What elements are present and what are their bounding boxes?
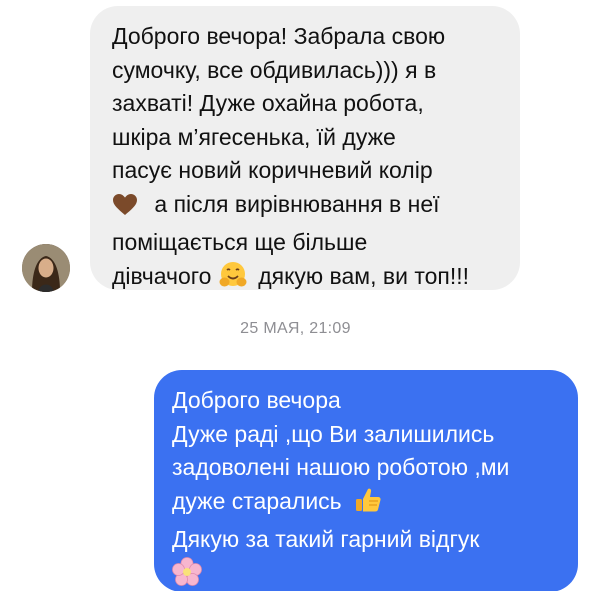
sender-avatar[interactable] [22, 244, 70, 292]
message-text: дуже старались [172, 487, 342, 514]
message-line: Доброго вечора! Забрала свою [112, 23, 446, 49]
message-line-with-emoji [172, 556, 562, 591]
message-text: дівчачого [112, 262, 212, 289]
message-line: пасує новий коричневий колір [112, 157, 433, 183]
hugging-face-icon [218, 261, 248, 299]
message-timestamp: 25 МАЯ, 21:09 [240, 320, 351, 337]
message-line: поміщається ще більше [112, 229, 368, 255]
message-text: дякую вам, ви топ!!! [258, 262, 470, 289]
incoming-message-bubble[interactable]: Доброго вечора! Забрала свою сумочку, вс… [90, 6, 520, 290]
incoming-message-row: Доброго вечора! Забрала свою сумочку, вс… [0, 0, 591, 300]
message-line: Доброго вечора [172, 387, 341, 413]
outgoing-message-bubble[interactable]: Доброго вечора Дуже раді ,що Ви залишили… [154, 370, 578, 591]
message-line-with-emoji: а після вирівнювання в неї [112, 188, 500, 227]
thumbs-up-icon [354, 486, 382, 524]
message-line: Дуже раді ,що Ви залишились [172, 420, 495, 447]
message-line: Дякую за такий гарний відгук [172, 526, 480, 552]
message-line: захваті! Дуже охайна робота, [112, 90, 424, 116]
cherry-blossom-icon [172, 556, 202, 591]
message-text: а після вирівнювання в неї [154, 190, 440, 217]
message-line: задоволені нашою роботою ,ми [172, 454, 510, 480]
avatar-photo-icon [22, 244, 70, 292]
brown-heart-icon [112, 193, 138, 227]
message-line: сумочку, все обдивилась))) я в [112, 56, 437, 83]
chat-view: Доброго вечора! Забрала свою сумочку, вс… [0, 0, 591, 591]
message-line: шкіра м’ягесенька, їй дуже [112, 123, 396, 150]
message-line-with-emoji: дуже старались [172, 485, 562, 524]
message-line-with-emoji: дівчачого дякую вам, ви топ!!! [112, 260, 500, 299]
